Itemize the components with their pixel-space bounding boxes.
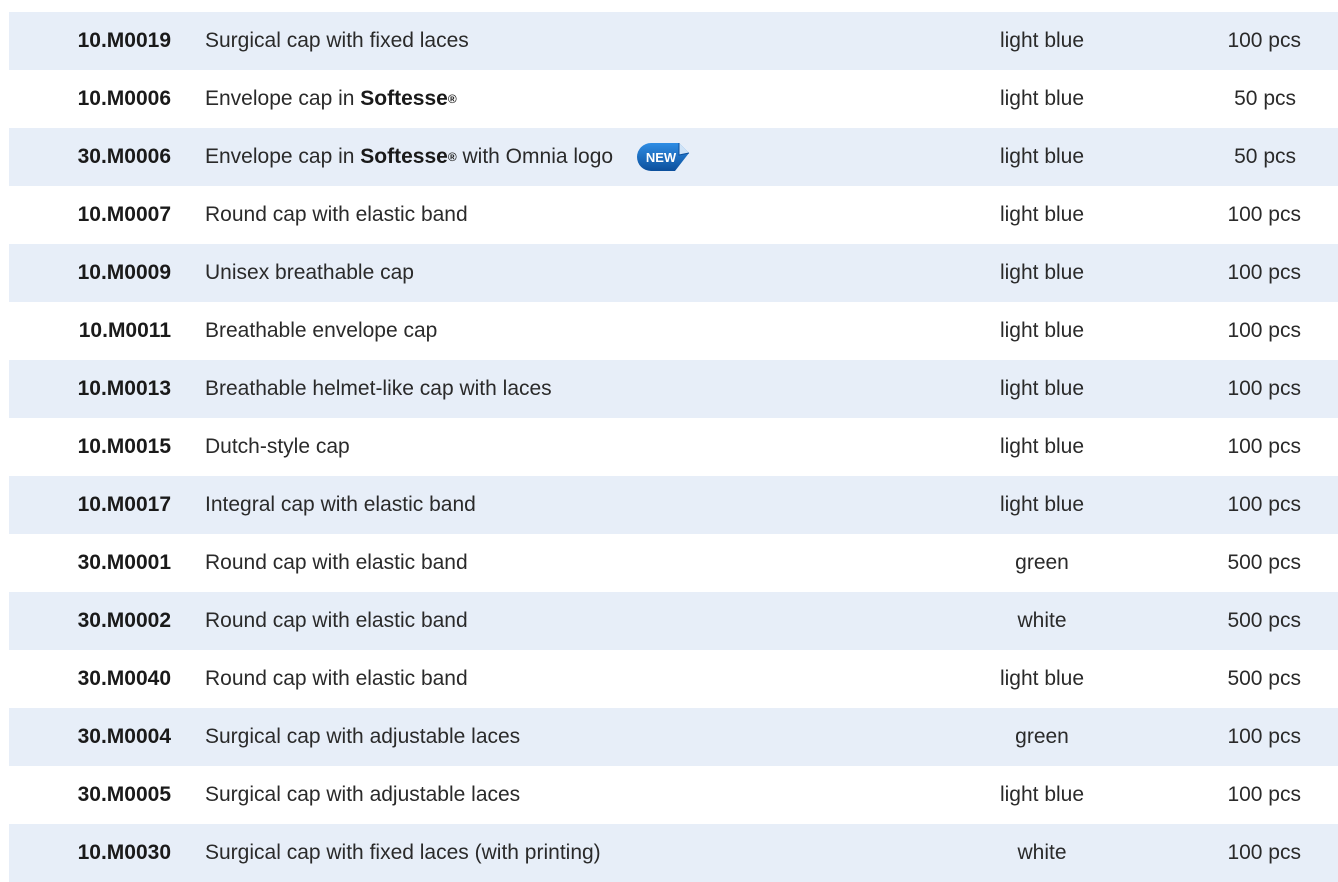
table-row: 10.M0007 Round cap with elastic band lig… bbox=[9, 186, 1338, 244]
product-color: light blue bbox=[999, 667, 1085, 690]
product-color: light blue bbox=[999, 145, 1085, 168]
table-row: 10.M0013 Breathable helmet-like cap with… bbox=[9, 360, 1338, 418]
badge-label: NEW bbox=[646, 150, 677, 165]
product-color: light blue bbox=[999, 319, 1085, 342]
table-row: 10.M0011 Breathable envelope cap light b… bbox=[9, 302, 1338, 360]
registered-mark: ® bbox=[447, 150, 457, 164]
description-text: Integral cap with elastic band bbox=[205, 493, 476, 516]
product-code: 10.M0017 bbox=[77, 493, 171, 516]
product-description: Breathable envelope cap bbox=[171, 319, 931, 343]
product-color: light blue bbox=[999, 203, 1085, 226]
product-quantity: 500 pcs bbox=[1227, 609, 1301, 632]
description-text: Dutch-style cap bbox=[205, 435, 350, 458]
product-quantity: 100 pcs bbox=[1227, 261, 1301, 284]
brand-name: Softesse bbox=[360, 87, 448, 110]
product-color: green bbox=[1015, 551, 1069, 574]
product-code: 30.M0040 bbox=[77, 667, 171, 690]
description-text: Surgical cap with fixed laces bbox=[205, 29, 469, 52]
table-row: 10.M0017 Integral cap with elastic band … bbox=[9, 476, 1338, 534]
table-row: 30.M0006 Envelope cap in Softesse ® with … bbox=[9, 128, 1338, 186]
product-quantity: 100 pcs bbox=[1227, 783, 1301, 806]
product-table: 10.M0019 Surgical cap with fixed laces l… bbox=[9, 12, 1338, 882]
product-code: 10.M0006 bbox=[77, 87, 171, 110]
product-description: Surgical cap with fixed laces bbox=[171, 29, 931, 53]
product-code: 10.M0030 bbox=[77, 841, 171, 864]
table-row: 10.M0019 Surgical cap with fixed laces l… bbox=[9, 12, 1338, 70]
product-description: Surgical cap with fixed laces (with prin… bbox=[171, 841, 931, 865]
description-text-suffix: with Omnia logo bbox=[456, 145, 614, 168]
product-quantity: 100 pcs bbox=[1227, 29, 1301, 52]
product-quantity: 100 pcs bbox=[1227, 435, 1301, 458]
product-description: Envelope cap in Softesse ® with Omnia log… bbox=[171, 141, 931, 173]
new-badge-icon: NEW bbox=[635, 141, 693, 173]
product-color: light blue bbox=[999, 377, 1085, 400]
product-color: light blue bbox=[999, 435, 1085, 458]
product-description: Breathable helmet-like cap with laces bbox=[171, 377, 931, 401]
registered-mark: ® bbox=[447, 92, 457, 106]
product-color: green bbox=[1015, 725, 1069, 748]
product-color: white bbox=[1017, 841, 1067, 864]
description-text: Surgical cap with adjustable laces bbox=[205, 725, 521, 748]
product-description: Round cap with elastic band bbox=[171, 203, 931, 227]
product-quantity: 100 pcs bbox=[1227, 725, 1301, 748]
table-row: 10.M0015 Dutch-style cap light blue 100 … bbox=[9, 418, 1338, 476]
product-color: light blue bbox=[999, 29, 1085, 52]
product-description: Round cap with elastic band bbox=[171, 551, 931, 575]
description-text: Round cap with elastic band bbox=[205, 609, 468, 632]
product-description: Round cap with elastic band bbox=[171, 667, 931, 691]
table-row: 30.M0001 Round cap with elastic band gre… bbox=[9, 534, 1338, 592]
product-quantity: 500 pcs bbox=[1227, 551, 1301, 574]
product-description: Round cap with elastic band bbox=[171, 609, 931, 633]
table-row: 30.M0005 Surgical cap with adjustable la… bbox=[9, 766, 1338, 824]
table-row: 30.M0002 Round cap with elastic band whi… bbox=[9, 592, 1338, 650]
product-color: white bbox=[1017, 609, 1067, 632]
product-code: 10.M0013 bbox=[77, 377, 171, 400]
product-description: Envelope cap in Softesse ® bbox=[171, 87, 931, 111]
product-code: 10.M0009 bbox=[77, 261, 171, 284]
table-row: 30.M0004 Surgical cap with adjustable la… bbox=[9, 708, 1338, 766]
product-color: light blue bbox=[999, 493, 1085, 516]
product-description: Surgical cap with adjustable laces bbox=[171, 725, 931, 749]
product-quantity: 100 pcs bbox=[1227, 841, 1301, 864]
product-quantity: 100 pcs bbox=[1227, 203, 1301, 226]
description-text: Breathable envelope cap bbox=[205, 319, 438, 342]
product-color: light blue bbox=[999, 783, 1085, 806]
table-row: 30.M0040 Round cap with elastic band lig… bbox=[9, 650, 1338, 708]
description-text: Breathable helmet-like cap with laces bbox=[205, 377, 552, 400]
product-quantity: 100 pcs bbox=[1227, 493, 1301, 516]
table-row: 10.M0009 Unisex breathable cap light blu… bbox=[9, 244, 1338, 302]
product-quantity: 500 pcs bbox=[1227, 667, 1301, 690]
product-code: 10.M0007 bbox=[77, 203, 171, 226]
description-text: Surgical cap with fixed laces (with prin… bbox=[205, 841, 601, 864]
description-text: Round cap with elastic band bbox=[205, 667, 468, 690]
product-code: 30.M0001 bbox=[77, 551, 171, 574]
description-text: Round cap with elastic band bbox=[205, 203, 468, 226]
product-description: Integral cap with elastic band bbox=[171, 493, 931, 517]
product-quantity: 100 pcs bbox=[1227, 319, 1301, 342]
description-text: Unisex breathable cap bbox=[205, 261, 414, 284]
product-quantity: 50 pcs bbox=[1234, 145, 1296, 168]
product-description: Surgical cap with adjustable laces bbox=[171, 783, 931, 807]
table-row: 10.M0006 Envelope cap in Softesse ® light… bbox=[9, 70, 1338, 128]
product-code: 30.M0002 bbox=[77, 609, 171, 632]
product-quantity: 100 pcs bbox=[1227, 377, 1301, 400]
brand-name: Softesse bbox=[360, 145, 448, 168]
product-code: 30.M0005 bbox=[77, 783, 171, 806]
product-code: 10.M0019 bbox=[77, 29, 171, 52]
product-code: 10.M0015 bbox=[77, 435, 171, 458]
product-description: Unisex breathable cap bbox=[171, 261, 931, 285]
product-description: Dutch-style cap bbox=[171, 435, 931, 459]
description-text: Envelope cap in bbox=[205, 145, 361, 168]
product-color: light blue bbox=[999, 261, 1085, 284]
product-color: light blue bbox=[999, 87, 1085, 110]
description-text: Round cap with elastic band bbox=[205, 551, 468, 574]
product-code: 10.M0011 bbox=[78, 319, 171, 342]
product-code: 30.M0004 bbox=[77, 725, 171, 748]
product-code: 30.M0006 bbox=[77, 145, 171, 168]
description-text: Surgical cap with adjustable laces bbox=[205, 783, 521, 806]
product-quantity: 50 pcs bbox=[1234, 87, 1296, 110]
description-text: Envelope cap in bbox=[205, 87, 361, 110]
table-row: 10.M0030 Surgical cap with fixed laces (… bbox=[9, 824, 1338, 882]
